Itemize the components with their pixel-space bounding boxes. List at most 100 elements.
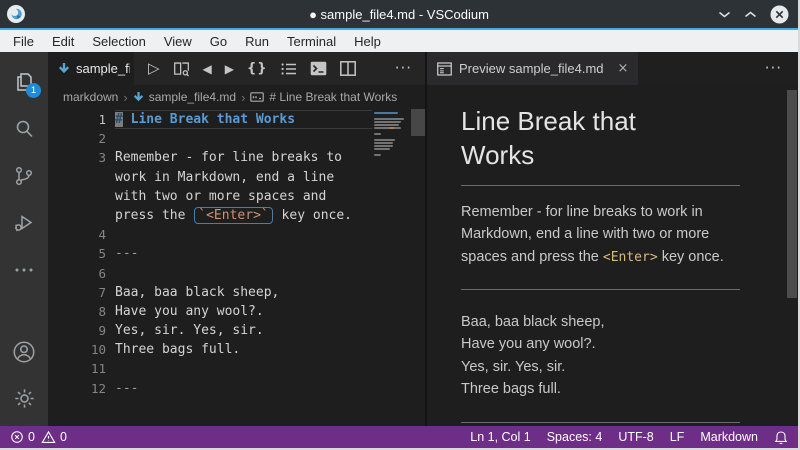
editor-scrollbar[interactable]	[411, 109, 425, 136]
vscodium-window: ● sample_file4.md - VSCodium FileEditSel…	[0, 0, 800, 450]
line-number	[48, 168, 106, 187]
preview-paragraph: Remember - for line breaks to work in Ma…	[461, 201, 740, 268]
menu-view[interactable]: View	[155, 32, 201, 51]
problems-indicator[interactable]: 0 0	[10, 430, 67, 444]
search-icon[interactable]	[0, 105, 48, 152]
window-title: ● sample_file4.md - VSCodium	[0, 7, 798, 22]
menu-run[interactable]: Run	[236, 32, 278, 51]
run-button[interactable]: ▷	[148, 61, 160, 76]
cursor-position[interactable]: Ln 1, Col 1	[470, 430, 530, 444]
chevron-right-icon: ›	[123, 90, 127, 105]
encoding[interactable]: UTF-8	[618, 430, 653, 444]
split-editor-button[interactable]	[340, 61, 356, 76]
editor-line[interactable]: 5 ---	[48, 244, 372, 263]
editor-line[interactable]: 2	[48, 129, 372, 148]
indentation[interactable]: Spaces: 4	[547, 430, 603, 444]
open-preview-button[interactable]	[173, 61, 190, 77]
horizontal-rule	[461, 289, 740, 290]
editor-line[interactable]: with two or more spaces and	[48, 187, 372, 206]
menu-help[interactable]: Help	[345, 32, 390, 51]
horizontal-rule	[461, 422, 740, 423]
line-content	[115, 129, 372, 148]
preview-group: Preview sample_file4.md × ··· Line Break…	[427, 52, 798, 426]
line-number: 9	[48, 321, 106, 340]
editor-line[interactable]: 10Three bags full.	[48, 340, 372, 359]
line-content: Remember - for line breaks to	[115, 148, 372, 167]
line-content	[115, 225, 372, 244]
titlebar[interactable]: ● sample_file4.md - VSCodium	[0, 0, 798, 28]
breadcrumb-folder[interactable]: markdown	[63, 90, 118, 104]
close-button[interactable]	[770, 5, 789, 24]
list-button[interactable]	[281, 62, 297, 76]
editor-line[interactable]: 11	[48, 359, 372, 378]
line-number: 5	[48, 244, 106, 263]
editor-line[interactable]: 3 Remember - for line breaks to	[48, 148, 372, 167]
activity-bar: 1	[0, 52, 48, 426]
editor-line[interactable]: press the `<Enter>` key once.	[48, 206, 372, 225]
editor-line[interactable]: 4	[48, 225, 372, 244]
terminal-button[interactable]	[310, 61, 327, 76]
editor-line[interactable]: 7Baa, baa black sheep,	[48, 283, 372, 302]
markdown-file-icon	[58, 62, 70, 75]
preview-more-actions-button[interactable]: ···	[765, 61, 782, 76]
eol[interactable]: LF	[670, 430, 685, 444]
markdown-file-icon	[133, 91, 144, 103]
minimap[interactable]	[374, 112, 408, 157]
preview-scrollbar[interactable]	[787, 90, 797, 298]
minimize-button[interactable]	[718, 10, 731, 19]
menu-selection[interactable]: Selection	[83, 32, 154, 51]
more-actions-button[interactable]: ···	[395, 61, 412, 76]
line-content: ---	[115, 244, 372, 263]
breadcrumb-file[interactable]: sample_file4.md	[149, 90, 236, 104]
preview-verse: Baa, baa black sheep,Have you any wool?.…	[461, 311, 740, 401]
account-icon[interactable]	[0, 328, 48, 375]
line-content: Have you any wool?.	[115, 302, 372, 321]
notifications-bell-icon[interactable]	[774, 430, 788, 445]
window-controls	[718, 5, 798, 24]
editor-line[interactable]: 1# Line Break that Works	[48, 110, 372, 129]
line-number: 11	[48, 359, 106, 378]
settings-gear-icon[interactable]	[0, 375, 48, 422]
forward-button[interactable]: ▶	[225, 63, 234, 75]
breadcrumb: markdown › sample_file4.md › # Line Brea…	[48, 85, 425, 109]
line-number: 6	[48, 264, 106, 283]
workbench: 1	[0, 52, 798, 426]
tab-label: sample_file4.md	[76, 61, 130, 76]
line-content	[115, 359, 372, 378]
menu-terminal[interactable]: Terminal	[278, 32, 345, 51]
line-number	[48, 206, 106, 225]
menu-edit[interactable]: Edit	[43, 32, 83, 51]
symbol-string-icon	[250, 91, 264, 103]
line-content: Yes, sir. Yes, sir.	[115, 321, 372, 340]
line-number: 12	[48, 379, 106, 398]
editor-line[interactable]: work in Markdown, end a line	[48, 168, 372, 187]
close-tab-icon[interactable]: ×	[618, 61, 629, 76]
line-number: 8	[48, 302, 106, 321]
maximize-button[interactable]	[744, 10, 757, 19]
editor[interactable]: 1# Line Break that Works23 Remember - for…	[48, 109, 425, 426]
more-views-icon[interactable]	[0, 246, 48, 293]
braces-button[interactable]: {}	[247, 62, 268, 75]
editor-line[interactable]: 6	[48, 264, 372, 283]
run-debug-icon[interactable]	[0, 199, 48, 246]
back-button[interactable]: ◀	[203, 63, 212, 75]
editor-line[interactable]: 12---	[48, 379, 372, 398]
editor-line[interactable]: 9 Yes, sir. Yes, sir.	[48, 321, 372, 340]
preview-tab-label: Preview sample_file4.md	[459, 61, 604, 76]
tab-preview[interactable]: Preview sample_file4.md ×	[427, 52, 638, 85]
editor-tabstrip: sample_file4.md ▷ ◀ ▶ {}	[48, 52, 425, 85]
editor-line[interactable]: 8 Have you any wool?.	[48, 302, 372, 321]
tab-sample-file4[interactable]: sample_file4.md	[48, 52, 134, 85]
line-content: press the `<Enter>` key once.	[115, 206, 372, 225]
menu-file[interactable]: File	[4, 32, 43, 51]
language-mode[interactable]: Markdown	[700, 430, 758, 444]
explorer-icon[interactable]: 1	[0, 58, 48, 105]
editor-actions: ▷ ◀ ▶ {}	[134, 52, 425, 85]
source-control-icon[interactable]	[0, 152, 48, 199]
inline-code: <Enter>	[603, 250, 658, 265]
line-number: 3	[48, 148, 106, 167]
status-right: Ln 1, Col 1 Spaces: 4 UTF-8 LF Markdown	[470, 430, 758, 444]
menu-go[interactable]: Go	[201, 32, 236, 51]
breadcrumb-symbol[interactable]: # Line Break that Works	[269, 90, 397, 104]
status-bar: 0 0 Ln 1, Col 1 Spaces: 4 UTF-8 LF Markdown	[0, 426, 798, 448]
